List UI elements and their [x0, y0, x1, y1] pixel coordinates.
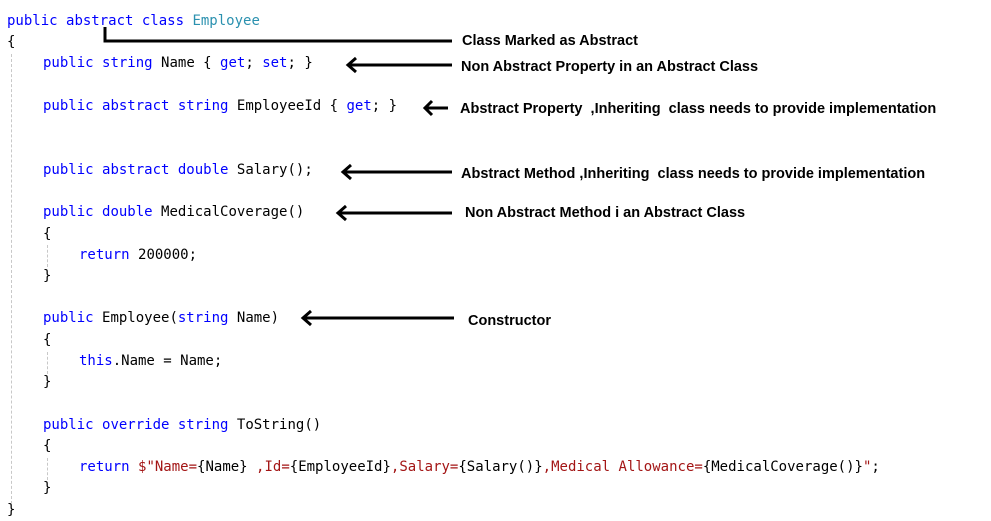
- arrow-abstract-method: [340, 163, 452, 181]
- annotation-abstract-property: Abstract Property ,Inheriting class need…: [460, 101, 937, 117]
- annotation-constructor: Constructor: [468, 313, 551, 329]
- annotation-arrows: [103, 27, 454, 327]
- arrow-abstract-property: [422, 99, 448, 117]
- connector-line-class: [103, 27, 452, 43]
- annotation-non-abstract-method: Non Abstract Method i an Abstract Class: [465, 205, 746, 221]
- annotation-class-marked-abstract: Class Marked as Abstract: [462, 33, 638, 49]
- annotation-abstract-method: Abstract Method ,Inheriting class needs …: [461, 166, 926, 182]
- arrow-constructor: [300, 309, 454, 327]
- arrow-non-abstract-property: [345, 56, 452, 74]
- arrow-non-abstract-method: [335, 204, 452, 222]
- annotation-non-abstract-property: Non Abstract Property in an Abstract Cla…: [461, 59, 759, 75]
